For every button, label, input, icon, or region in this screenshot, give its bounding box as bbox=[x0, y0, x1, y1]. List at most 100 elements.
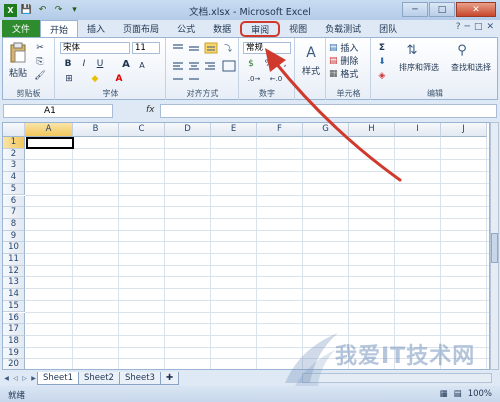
shrink-font-button[interactable]: A bbox=[136, 59, 148, 71]
column-header[interactable]: C bbox=[119, 123, 165, 137]
cut-icon[interactable]: ✂ bbox=[33, 42, 47, 54]
row-header[interactable]: 1 bbox=[3, 137, 25, 149]
sheet-tab-3[interactable]: Sheet3 bbox=[118, 371, 161, 385]
workbook-restore-icon[interactable]: □ bbox=[474, 22, 483, 32]
row-header[interactable]: 5 bbox=[3, 183, 25, 196]
tab-home[interactable]: 开始 bbox=[40, 20, 79, 37]
decrease-decimal-icon[interactable]: ←.0 bbox=[266, 73, 286, 85]
help-icon[interactable]: ? bbox=[456, 22, 461, 32]
grow-font-button[interactable]: A bbox=[120, 58, 132, 70]
increase-decimal-icon[interactable]: .0→ bbox=[244, 73, 264, 85]
tab-file[interactable]: 文件 bbox=[2, 20, 41, 37]
row-header[interactable]: 19 bbox=[3, 347, 25, 360]
workbook-minimize-icon[interactable]: ─ bbox=[465, 22, 470, 32]
styles-icon[interactable]: A bbox=[299, 42, 323, 64]
column-header[interactable]: A bbox=[25, 123, 73, 137]
comma-icon[interactable]: , bbox=[278, 58, 292, 70]
close-button[interactable]: ✕ bbox=[456, 2, 496, 17]
format-cells-label: 格式 bbox=[340, 70, 359, 80]
column-header[interactable]: J bbox=[441, 123, 487, 137]
new-sheet-icon[interactable]: ✚ bbox=[159, 371, 180, 385]
tab-insert[interactable]: 插入 bbox=[78, 20, 114, 37]
underline-button[interactable]: U bbox=[94, 58, 106, 70]
insert-cells-button[interactable]: ▤ 插入 bbox=[329, 42, 369, 55]
sheet-tab-1[interactable]: Sheet1 bbox=[37, 371, 79, 385]
workbook-close-icon[interactable]: ✕ bbox=[486, 22, 494, 32]
column-header[interactable]: B bbox=[73, 123, 119, 137]
next-sheet-icon[interactable]: ▷ bbox=[20, 373, 29, 384]
insert-function-button[interactable]: fx bbox=[146, 105, 155, 115]
tab-review[interactable]: 审阅 bbox=[240, 21, 281, 37]
row-header[interactable]: 10 bbox=[3, 242, 25, 254]
currency-icon[interactable]: $ bbox=[244, 58, 258, 70]
vertical-scroll-thumb[interactable] bbox=[491, 233, 498, 263]
row-header[interactable]: 20 bbox=[3, 359, 25, 369]
sheet-tab-2[interactable]: Sheet2 bbox=[77, 371, 120, 385]
column-header[interactable]: G bbox=[303, 123, 349, 137]
format-painter-icon[interactable]: 🖌 bbox=[33, 70, 47, 82]
font-color-icon[interactable]: A bbox=[112, 73, 126, 85]
autosum-button[interactable]: Σ bbox=[376, 42, 388, 53]
styles-button[interactable]: 样式 bbox=[298, 64, 324, 77]
maximize-button[interactable]: □ bbox=[429, 2, 455, 17]
name-box[interactable]: A1 bbox=[3, 104, 113, 118]
row-header[interactable]: 11 bbox=[3, 254, 25, 266]
row-header[interactable]: 14 bbox=[3, 289, 25, 301]
row-header[interactable]: 2 bbox=[3, 148, 25, 161]
number-format-select[interactable]: 常规 bbox=[243, 42, 291, 54]
column-header[interactable]: F bbox=[257, 123, 303, 137]
row-header[interactable]: 7 bbox=[3, 207, 25, 219]
italic-button[interactable]: I bbox=[78, 58, 90, 70]
column-header[interactable]: E bbox=[211, 123, 257, 137]
font-family-select[interactable]: 宋体 bbox=[60, 42, 130, 54]
fill-color-icon[interactable]: ◆ bbox=[88, 73, 102, 85]
tab-view[interactable]: 视图 bbox=[280, 20, 316, 37]
borders-icon[interactable]: ⊞ bbox=[62, 73, 76, 85]
number-label: 数字 bbox=[259, 89, 275, 98]
row-header[interactable]: 15 bbox=[3, 300, 25, 313]
window-controls: ─ □ ✕ bbox=[402, 2, 496, 17]
row-header[interactable]: 4 bbox=[3, 172, 25, 184]
column-header[interactable]: I bbox=[395, 123, 441, 137]
clear-icon[interactable]: ◈ bbox=[376, 70, 388, 81]
sort-filter-button[interactable]: 排序和筛选 bbox=[394, 62, 444, 72]
binoculars-icon[interactable]: ⚲ bbox=[452, 41, 472, 59]
paste-button[interactable] bbox=[7, 41, 29, 65]
copy-icon[interactable]: ⎘ bbox=[33, 56, 47, 68]
row-header[interactable]: 3 bbox=[3, 160, 25, 173]
column-header[interactable]: D bbox=[165, 123, 211, 137]
row-header[interactable]: 6 bbox=[3, 195, 25, 208]
bold-button[interactable]: B bbox=[62, 58, 74, 70]
row-header[interactable]: 9 bbox=[3, 230, 25, 243]
tab-formulas[interactable]: 公式 bbox=[168, 20, 204, 37]
first-sheet-icon[interactable]: ◀ bbox=[2, 373, 11, 384]
column-header[interactable]: H bbox=[349, 123, 395, 137]
formula-input[interactable] bbox=[160, 104, 497, 118]
tab-team[interactable]: 团队 bbox=[370, 20, 406, 37]
row-header[interactable]: 16 bbox=[3, 312, 25, 325]
find-select-button[interactable]: 查找和选择 bbox=[446, 62, 496, 72]
prev-sheet-icon[interactable]: ◁ bbox=[11, 373, 20, 384]
delete-cells-button[interactable]: ▤ 删除 bbox=[329, 55, 369, 68]
tab-page-layout[interactable]: 页面布局 bbox=[114, 20, 168, 37]
ribbon-home: 粘贴 ✂ ⎘ 🖌 剪贴板 宋体 11 B I U A A ⊞ ◆ A 字体 ⤵ … bbox=[2, 37, 498, 100]
percent-button[interactable]: % bbox=[262, 58, 276, 70]
row-header[interactable]: 17 bbox=[3, 324, 25, 336]
tab-load-test[interactable]: 负载测试 bbox=[316, 20, 370, 37]
minimize-button[interactable]: ─ bbox=[402, 2, 428, 17]
zoom-level[interactable]: 100% bbox=[468, 389, 492, 399]
font-size-select[interactable]: 11 bbox=[132, 42, 160, 54]
row-header[interactable]: 18 bbox=[3, 335, 25, 348]
fill-icon[interactable]: ⬇ bbox=[376, 56, 388, 67]
sort-filter-icon[interactable]: ⇅ bbox=[402, 41, 422, 59]
page-layout-view-icon[interactable]: ▤ bbox=[454, 389, 462, 399]
row-header[interactable]: 13 bbox=[3, 277, 25, 290]
select-all-corner[interactable] bbox=[3, 123, 25, 137]
normal-view-icon[interactable]: ▦ bbox=[440, 389, 448, 399]
tab-data[interactable]: 数据 bbox=[204, 20, 240, 37]
row-header[interactable]: 8 bbox=[3, 218, 25, 231]
selected-cell-a1[interactable] bbox=[26, 137, 74, 149]
alignment-icons[interactable]: ⤵ bbox=[169, 41, 239, 87]
row-header[interactable]: 12 bbox=[3, 265, 25, 278]
format-cells-button[interactable]: ▦ 格式 bbox=[329, 68, 369, 81]
